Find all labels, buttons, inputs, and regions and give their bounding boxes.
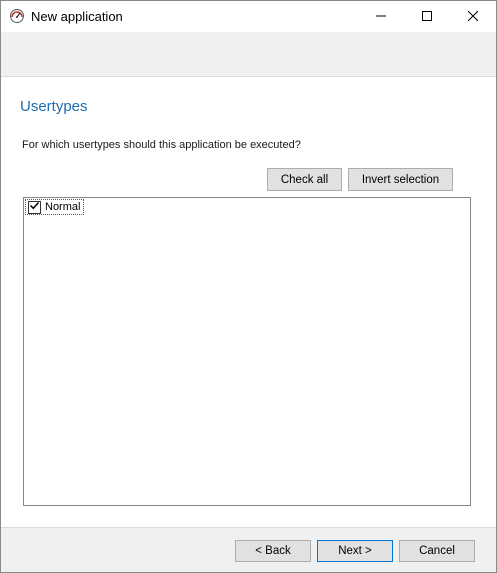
new-application-dialog: New application Usertypes For which user… [0, 0, 497, 573]
close-icon [467, 10, 479, 24]
maximize-icon [422, 10, 432, 24]
speedometer-icon [9, 8, 25, 24]
page-title: Usertypes [20, 98, 88, 115]
wizard-footer: < Back Next > Cancel [1, 527, 496, 572]
maximize-button[interactable] [404, 1, 450, 32]
usertype-label: Normal [45, 201, 81, 213]
usertypes-list[interactable]: Normal [23, 197, 471, 506]
invert-selection-button[interactable]: Invert selection [348, 168, 453, 191]
usertype-item-normal[interactable]: Normal [25, 199, 85, 215]
checkmark-icon [29, 200, 40, 214]
cancel-button[interactable]: Cancel [399, 540, 475, 562]
title-bar[interactable]: New application [1, 1, 496, 32]
check-all-button[interactable]: Check all [267, 168, 342, 191]
minimize-icon [376, 10, 386, 24]
window-title: New application [31, 9, 123, 24]
usertypes-prompt: For which usertypes should this applicat… [22, 139, 301, 151]
wizard-header-band [1, 32, 496, 77]
next-button[interactable]: Next > [317, 540, 393, 562]
close-button[interactable] [450, 1, 496, 32]
wizard-page: Usertypes For which usertypes should thi… [1, 77, 496, 527]
usertype-checkbox[interactable] [28, 200, 41, 214]
back-button[interactable]: < Back [235, 540, 311, 562]
minimize-button[interactable] [358, 1, 404, 32]
